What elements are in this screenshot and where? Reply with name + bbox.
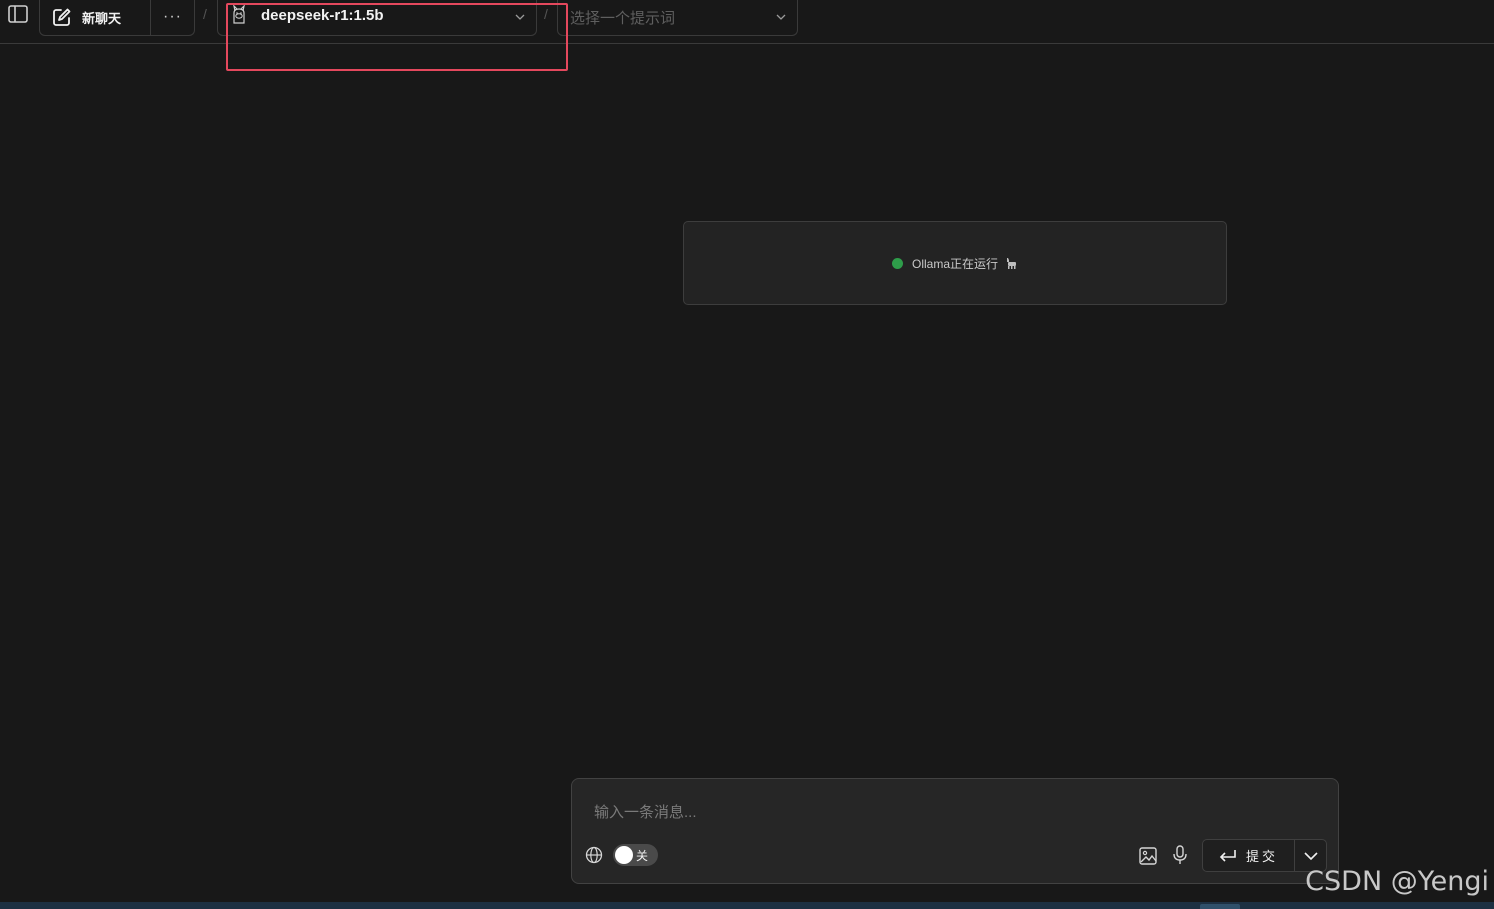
message-input[interactable] [592,799,1296,825]
top-bar: 新聊天 ··· / deepseek-r1:1.5b / 选择一个提示词 [0,0,1494,44]
toggle-label: 关 [636,849,649,863]
new-chat-label: 新聊天 [82,10,122,26]
new-chat-button[interactable]: 新聊天 [40,0,151,35]
bottom-strip [0,902,1494,909]
toggle-knob [615,846,633,864]
chevron-down-icon [776,14,786,20]
sidebar-icon [8,5,28,23]
sidebar-toggle-button[interactable] [7,4,29,24]
submit-button[interactable]: 提交 [1203,840,1295,871]
prompt-placeholder: 选择一个提示词 [570,10,676,27]
prompt-selector[interactable]: 选择一个提示词 [557,0,798,36]
breadcrumb-separator: / [203,6,207,22]
taskbar-item [1200,904,1240,909]
llama-icon [1007,258,1016,269]
highlight-annotation-box [226,3,568,71]
status-card: Ollama正在运行 [683,221,1227,305]
more-icon: ··· [163,8,182,25]
watermark: CSDN @Yengi [1305,866,1489,897]
edit-icon [53,8,71,26]
message-composer: 关 提交 [571,778,1339,884]
enter-icon [1219,849,1236,862]
chevron-down-icon [1303,851,1318,860]
more-options-button[interactable]: ··· [151,0,194,35]
chat-page: 新聊天 ··· / deepseek-r1:1.5b / 选择一个提示词 Oll… [0,0,1494,909]
mic-icon[interactable] [1172,845,1188,865]
web-search-toggle[interactable]: 关 [613,844,658,866]
globe-icon[interactable] [585,846,603,864]
status-text: Ollama正在运行 [911,256,998,271]
submit-label: 提交 [1245,849,1278,864]
chat-actions-group: 新聊天 ··· [39,0,195,36]
image-icon[interactable] [1138,846,1158,866]
status-dot [891,257,903,269]
